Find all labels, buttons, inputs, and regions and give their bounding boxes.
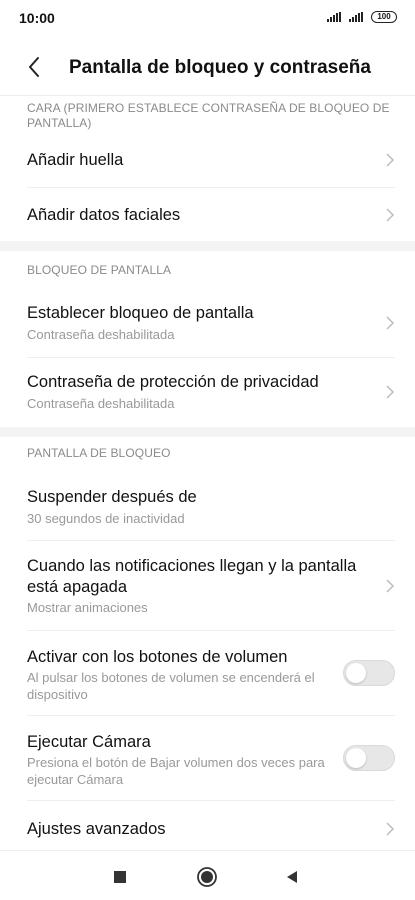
toggle-knob — [346, 748, 366, 768]
launch-camera-toggle[interactable] — [343, 745, 395, 771]
status-bar: 10:00 100 — [0, 0, 415, 38]
volume-wake-row[interactable]: Activar con los botones de volumen Al pu… — [0, 631, 415, 715]
notifications-screen-off-title: Cuando las notificaciones llegan y la pa… — [27, 557, 357, 596]
page-title: Pantalla de bloqueo y contraseña — [69, 57, 371, 78]
launch-camera-row[interactable]: Ejecutar Cámara Presiona el botón de Baj… — [0, 716, 415, 800]
notifications-screen-off-subtitle: Mostrar animaciones — [27, 600, 148, 615]
sleep-after-row[interactable]: Suspender después de 30 segundos de inac… — [0, 473, 415, 540]
sleep-after-title: Suspender después de — [27, 488, 197, 506]
chevron-right-icon — [386, 822, 395, 836]
chevron-right-icon — [386, 385, 395, 399]
home-button[interactable] — [195, 865, 219, 889]
section-separator — [0, 427, 415, 437]
back-button[interactable] — [22, 54, 48, 80]
notifications-screen-off-row[interactable]: Cuando las notificaciones llegan y la pa… — [0, 541, 415, 630]
sleep-after-subtitle: 30 segundos de inactividad — [27, 511, 185, 526]
add-face-data-title: Añadir datos faciales — [27, 206, 181, 224]
advanced-settings-row[interactable]: Ajustes avanzados — [0, 801, 415, 849]
chevron-right-icon — [386, 579, 395, 593]
chevron-right-icon — [386, 153, 395, 167]
set-screen-lock-row[interactable]: Establecer bloqueo de pantalla Contraseñ… — [0, 289, 415, 357]
circle-icon — [197, 867, 217, 887]
square-icon — [114, 871, 126, 883]
add-fingerprint-title: Añadir huella — [27, 151, 124, 169]
navigation-bar — [0, 850, 415, 900]
back-arrow-icon — [29, 57, 39, 77]
toggle-knob — [346, 663, 366, 683]
signal-icon — [327, 12, 341, 22]
set-screen-lock-title: Establecer bloqueo de pantalla — [27, 304, 254, 322]
status-icons: 100 — [327, 11, 397, 23]
chevron-right-icon — [386, 316, 395, 330]
header-divider — [0, 95, 415, 96]
volume-wake-subtitle: Al pulsar los botones de volumen se ence… — [27, 670, 315, 702]
recents-button[interactable] — [108, 865, 132, 889]
volume-wake-toggle[interactable] — [343, 660, 395, 686]
back-nav-button[interactable] — [280, 865, 304, 889]
triangle-back-icon — [287, 871, 297, 883]
signal-icon — [349, 12, 363, 22]
privacy-password-row[interactable]: Contraseña de protección de privacidad C… — [0, 358, 415, 427]
launch-camera-subtitle: Presiona el botón de Bajar volumen dos v… — [27, 755, 325, 787]
section-label-screen-lock: BLOQUEO DE PANTALLA — [27, 263, 172, 277]
launch-camera-title: Ejecutar Cámara — [27, 733, 151, 751]
status-time: 10:00 — [19, 10, 55, 26]
set-screen-lock-subtitle: Contraseña deshabilitada — [27, 327, 175, 342]
privacy-password-title: Contraseña de protección de privacidad — [27, 373, 319, 391]
add-fingerprint-row[interactable]: Añadir huella — [0, 133, 415, 187]
app-header: Pantalla de bloqueo y contraseña — [0, 48, 415, 88]
advanced-settings-title: Ajustes avanzados — [27, 820, 166, 838]
chevron-right-icon — [386, 208, 395, 222]
section-label-face: CARA (PRIMERO ESTABLECE CONTRASEÑA DE BL… — [27, 101, 390, 130]
volume-wake-title: Activar con los botones de volumen — [27, 648, 288, 666]
section-label-lock-screen: PANTALLA DE BLOQUEO — [27, 446, 171, 460]
battery-icon: 100 — [371, 11, 397, 23]
section-separator — [0, 241, 415, 251]
privacy-password-subtitle: Contraseña deshabilitada — [27, 396, 175, 411]
add-face-data-row[interactable]: Añadir datos faciales — [0, 188, 415, 241]
